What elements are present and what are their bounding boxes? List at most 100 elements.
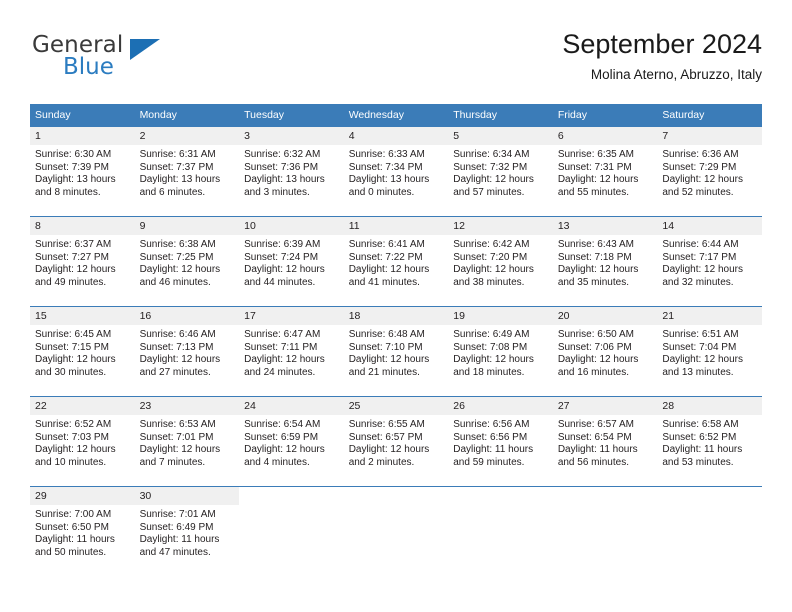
sunset-text: Sunset: 6:59 PM [244,431,319,443]
calendar-day-cell[interactable]: 13 Sunrise: 6:43 AM Sunset: 7:18 PM Dayligh… [552,216,658,307]
calendar-day-cell-empty [343,486,449,576]
calendar-day-cell[interactable]: 21 Sunrise: 6:51 AM Sunset: 7:04 PM Dayligh… [657,306,762,397]
daylight-text-line2: and 4 minutes. [244,456,310,468]
daylight-text-line2: and 13 minutes. [662,366,734,378]
calendar-day-cell[interactable]: 25 Sunrise: 6:55 AM Sunset: 6:57 PM Dayligh… [343,396,449,487]
calendar-day-cell-empty [657,486,762,576]
calendar-day-cell[interactable]: 5 Sunrise: 6:34 AM Sunset: 7:32 PM Daylight… [448,126,553,217]
sunrise-text: Sunrise: 6:43 AM [557,239,634,250]
sunset-text: Sunset: 7:39 PM [35,161,109,173]
calendar-day-cell[interactable]: 28 Sunrise: 6:58 AM Sunset: 6:52 PM Dayligh… [657,396,762,487]
day-number: 1 [30,127,135,145]
calendar-day-cell[interactable]: 20 Sunrise: 6:50 AM Sunset: 7:06 PM Dayligh… [552,306,658,397]
daylight-text-line2: and 57 minutes. [453,186,525,198]
calendar-day-cell[interactable]: 12 Sunrise: 6:42 AM Sunset: 7:20 PM Dayligh… [448,216,553,307]
calendar-page: General Blue September 2024 Molina Atern… [0,0,792,612]
day-details: Sunrise: 6:39 AM Sunset: 7:24 PM Daylight:… [239,235,344,289]
calendar-day-cell[interactable]: 1 Sunrise: 6:30 AM Sunset: 7:39 PM Daylight… [30,126,135,217]
weekday-header-saturday: Saturday [657,104,762,127]
day-details: Sunrise: 6:36 AM Sunset: 7:29 PM Daylight:… [657,145,762,199]
calendar-day-cell[interactable]: 19 Sunrise: 6:49 AM Sunset: 7:08 PM Dayligh… [448,306,553,397]
daylight-text-line2: and 55 minutes. [557,186,629,198]
day-number: 4 [343,127,449,145]
sunset-text: Sunset: 7:10 PM [348,341,423,353]
day-number: 20 [552,307,658,325]
calendar-day-cell[interactable]: 18 Sunrise: 6:48 AM Sunset: 7:10 PM Dayligh… [343,306,449,397]
daylight-text-line1: Daylight: 12 hours [139,264,221,276]
calendar-day-cell[interactable]: 6 Sunrise: 6:35 AM Sunset: 7:31 PM Daylight… [552,126,658,217]
calendar-day-cell[interactable]: 7 Sunrise: 6:36 AM Sunset: 7:29 PM Daylight… [657,126,762,217]
calendar-day-cell[interactable]: 29 Sunrise: 7:00 AM Sunset: 6:50 PM Dayligh… [30,486,135,576]
sunrise-text: Sunrise: 6:52 AM [35,419,112,430]
sunrise-text: Sunrise: 6:54 AM [244,419,321,430]
sunrise-text: Sunrise: 6:53 AM [139,419,216,430]
calendar-day-cell[interactable]: 22 Sunrise: 6:52 AM Sunset: 7:03 PM Dayligh… [30,396,135,487]
sunset-text: Sunset: 7:17 PM [662,251,737,263]
sunset-text: Sunset: 7:25 PM [139,251,214,263]
day-details: Sunrise: 6:44 AM Sunset: 7:17 PM Daylight:… [657,235,762,289]
daylight-text-line2: and 35 minutes. [557,276,629,288]
sunrise-text: Sunrise: 6:38 AM [139,239,216,250]
calendar-day-cell[interactable]: 14 Sunrise: 6:44 AM Sunset: 7:17 PM Dayligh… [657,216,762,307]
sunrise-text: Sunrise: 6:36 AM [662,149,739,160]
daylight-text-line1: Daylight: 12 hours [35,444,116,456]
calendar-day-cell[interactable]: 3 Sunrise: 6:32 AM Sunset: 7:36 PM Daylight… [239,126,344,217]
calendar-day-cell[interactable]: 16 Sunrise: 6:46 AM Sunset: 7:13 PM Dayligh… [134,306,240,397]
weekday-header-monday: Monday [134,104,240,127]
day-details: Sunrise: 6:45 AM Sunset: 7:15 PM Daylight:… [30,325,135,379]
sunset-text: Sunset: 6:52 PM [662,431,737,443]
daylight-text-line2: and 6 minutes. [139,186,206,198]
calendar-day-cell[interactable]: 2 Sunrise: 6:31 AM Sunset: 7:37 PM Daylight… [134,126,240,217]
day-details: Sunrise: 6:43 AM Sunset: 7:18 PM Daylight:… [553,235,658,289]
daylight-text-line2: and 46 minutes. [139,276,211,288]
calendar-week-row: 15 Sunrise: 6:45 AM Sunset: 7:15 PM Dayligh… [30,306,762,397]
daylight-text-line1: Daylight: 12 hours [35,264,116,276]
brand-logo[interactable]: General Blue [30,28,250,86]
sunset-text: Sunset: 7:15 PM [35,341,109,353]
day-number: 10 [239,217,344,235]
day-number: 19 [448,307,553,325]
daylight-text-line2: and 47 minutes. [139,546,211,558]
sunset-text: Sunset: 7:13 PM [139,341,214,353]
daylight-text-line1: Daylight: 11 hours [662,444,743,456]
day-details: Sunrise: 6:57 AM Sunset: 6:54 PM Daylight:… [553,415,658,469]
daylight-text-line2: and 16 minutes. [557,366,629,378]
day-number: 8 [30,217,135,235]
daylight-text-line1: Daylight: 11 hours [557,444,638,456]
calendar-day-cell-empty [552,486,658,576]
day-number [657,487,762,505]
daylight-text-line1: Daylight: 12 hours [348,354,430,366]
daylight-text-line2: and 2 minutes. [348,456,415,468]
daylight-text-line2: and 3 minutes. [244,186,310,198]
daylight-text-line1: Daylight: 13 hours [139,174,221,186]
daylight-text-line1: Daylight: 13 hours [244,174,325,186]
sunrise-text: Sunrise: 6:42 AM [453,239,530,250]
day-number: 15 [30,307,135,325]
calendar-day-cell[interactable]: 4 Sunrise: 6:33 AM Sunset: 7:34 PM Daylight… [343,126,449,217]
calendar-day-cell[interactable]: 27 Sunrise: 6:57 AM Sunset: 6:54 PM Dayligh… [552,396,658,487]
day-number [343,487,449,505]
calendar-day-cell[interactable]: 10 Sunrise: 6:39 AM Sunset: 7:24 PM Dayligh… [239,216,344,307]
day-details: Sunrise: 6:53 AM Sunset: 7:01 PM Daylight:… [135,415,240,469]
day-details: Sunrise: 6:34 AM Sunset: 7:32 PM Daylight:… [448,145,553,199]
daylight-text-line2: and 41 minutes. [348,276,420,288]
calendar-day-cell[interactable]: 11 Sunrise: 6:41 AM Sunset: 7:22 PM Dayligh… [343,216,449,307]
day-number: 30 [134,487,240,505]
calendar-day-cell[interactable]: 30 Sunrise: 7:01 AM Sunset: 6:49 PM Dayligh… [134,486,240,576]
day-number: 26 [448,397,553,415]
day-number: 25 [343,397,449,415]
day-number [448,487,553,505]
calendar-day-cell[interactable]: 17 Sunrise: 6:47 AM Sunset: 7:11 PM Dayligh… [239,306,344,397]
sunrise-text: Sunrise: 6:33 AM [348,149,425,160]
calendar-day-cell[interactable]: 24 Sunrise: 6:54 AM Sunset: 6:59 PM Dayligh… [239,396,344,487]
brand-triangle-icon [130,39,160,60]
calendar-day-cell[interactable]: 26 Sunrise: 6:56 AM Sunset: 6:56 PM Dayligh… [448,396,553,487]
day-number: 3 [239,127,344,145]
calendar-day-cell[interactable]: 23 Sunrise: 6:53 AM Sunset: 7:01 PM Dayligh… [134,396,240,487]
calendar-day-cell[interactable]: 9 Sunrise: 6:38 AM Sunset: 7:25 PM Daylight… [134,216,240,307]
calendar-day-cell[interactable]: 15 Sunrise: 6:45 AM Sunset: 7:15 PM Dayligh… [30,306,135,397]
calendar-day-cell[interactable]: 8 Sunrise: 6:37 AM Sunset: 7:27 PM Daylight… [30,216,135,307]
daylight-text-line2: and 24 minutes. [244,366,316,378]
sunset-text: Sunset: 7:34 PM [348,161,423,173]
sunrise-text: Sunrise: 6:47 AM [244,329,321,340]
